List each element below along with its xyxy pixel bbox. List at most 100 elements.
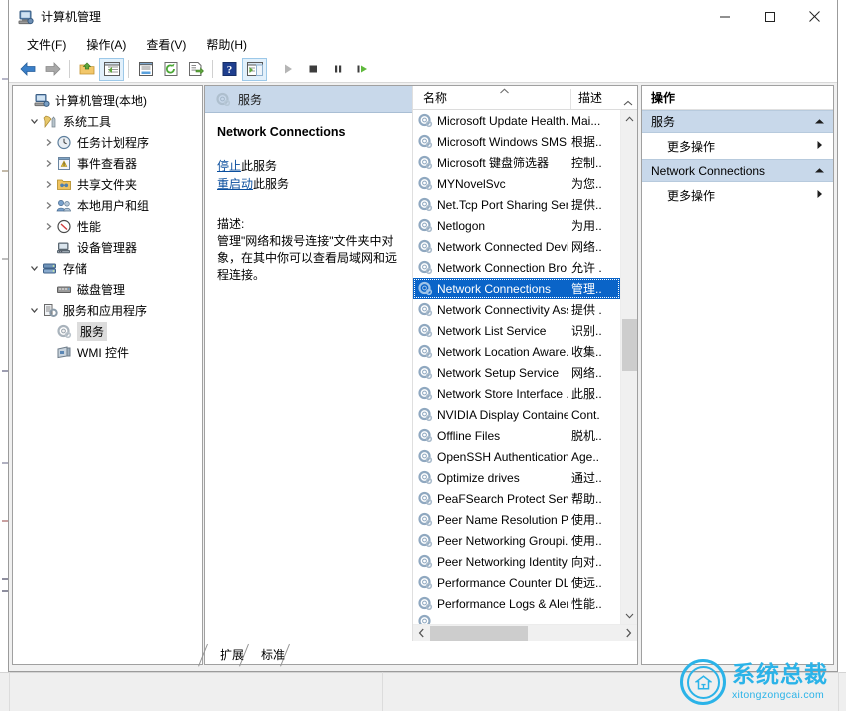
scroll-right-arrow[interactable] bbox=[620, 625, 637, 642]
tree-node-event-viewer[interactable]: 事件查看器 bbox=[13, 153, 202, 174]
menu-file[interactable]: 文件(F) bbox=[17, 34, 76, 55]
horizontal-scroll-thumb[interactable] bbox=[430, 625, 528, 641]
actions-group-services[interactable]: 服务 bbox=[642, 110, 833, 133]
gear-icon bbox=[417, 428, 434, 444]
table-row[interactable]: Peer Name Resolution Pr... 使用.. bbox=[413, 509, 620, 530]
scroll-up-arrow[interactable] bbox=[621, 110, 638, 127]
table-row[interactable]: Network List Service 识别.. bbox=[413, 320, 620, 341]
column-header-description[interactable]: 描述 bbox=[571, 89, 619, 109]
table-row[interactable]: Network Connection Bro... 允许 . bbox=[413, 257, 620, 278]
table-row[interactable]: PeaFSearch Protect Service帮助.. bbox=[413, 488, 620, 509]
tab-standard[interactable]: 标准 bbox=[248, 644, 298, 664]
table-row[interactable]: Performance Logs & Aler... 性能.. bbox=[413, 593, 620, 614]
properties-icon[interactable] bbox=[133, 58, 158, 81]
export-list-icon[interactable] bbox=[183, 58, 208, 81]
actions-item-more-services[interactable]: 更多操作 bbox=[642, 133, 833, 159]
service-description: Cont. bbox=[571, 407, 600, 422]
clock-icon bbox=[56, 135, 73, 151]
table-row[interactable]: Network Connected Devi... 网络.. bbox=[413, 236, 620, 257]
toolbar: ? bbox=[9, 56, 837, 83]
table-row-selected[interactable]: Network Connections 管理.. bbox=[413, 278, 620, 299]
table-row[interactable]: Microsoft Update Health... Mai... bbox=[413, 110, 620, 131]
tree-node-services-applications[interactable]: 服务和应用程序 bbox=[13, 300, 202, 321]
table-row[interactable]: Microsoft Windows SMS ... 根据.. bbox=[413, 131, 620, 152]
column-header-name[interactable]: 名称 bbox=[413, 88, 571, 109]
table-row[interactable]: Microsoft 键盘筛选器 控制.. bbox=[413, 152, 620, 173]
tree-twisty-collapsed[interactable] bbox=[41, 201, 56, 210]
table-row[interactable]: Optimize drives 通过.. bbox=[413, 467, 620, 488]
disk-management-icon bbox=[56, 282, 73, 298]
menu-help[interactable]: 帮助(H) bbox=[196, 34, 257, 55]
maximize-button[interactable] bbox=[747, 0, 792, 33]
list-vertical-scrollbar[interactable] bbox=[620, 110, 637, 624]
table-row[interactable]: Net.Tcp Port Sharing Ser... 提供.. bbox=[413, 194, 620, 215]
up-folder-icon[interactable] bbox=[74, 58, 99, 81]
tree-node-local-users-groups[interactable]: 本地用户和组 bbox=[13, 195, 202, 216]
tree-node-system-tools[interactable]: 系统工具 bbox=[13, 111, 202, 132]
refresh-icon[interactable] bbox=[158, 58, 183, 81]
tree-node-disk-management[interactable]: 磁盘管理 bbox=[13, 279, 202, 300]
menu-action[interactable]: 操作(A) bbox=[76, 34, 136, 55]
gear-icon bbox=[417, 113, 434, 129]
horizontal-scroll-track[interactable] bbox=[430, 625, 620, 642]
pause-service-icon[interactable] bbox=[325, 58, 350, 81]
actions-item-more-network-connections[interactable]: 更多操作 bbox=[642, 182, 833, 208]
tree-node-wmi-control[interactable]: WMI 控件 bbox=[13, 342, 202, 363]
tree-node-device-manager[interactable]: 设备管理器 bbox=[13, 237, 202, 258]
table-row[interactable]: MYNovelSvc 为您.. bbox=[413, 173, 620, 194]
tree-twisty-collapsed[interactable] bbox=[41, 138, 56, 147]
tree-node-shared-folders[interactable]: 共享文件夹 bbox=[13, 174, 202, 195]
tree-node-computer-management[interactable]: 计算机管理(本地) bbox=[13, 90, 202, 111]
table-row[interactable]: Performance Counter DL... 使远.. bbox=[413, 572, 620, 593]
vertical-scroll-thumb[interactable] bbox=[621, 319, 637, 371]
menu-view[interactable]: 查看(V) bbox=[136, 34, 196, 55]
show-hide-tree-icon[interactable] bbox=[99, 57, 124, 81]
services-list[interactable]: Microsoft Update Health... Mai... Microso… bbox=[413, 110, 620, 624]
vertical-scroll-track[interactable] bbox=[621, 127, 638, 607]
table-row[interactable]: Network Store Interface ... 此服.. bbox=[413, 383, 620, 404]
table-row[interactable]: Network Location Aware... 收集.. bbox=[413, 341, 620, 362]
restart-service-link[interactable]: 重启动 bbox=[217, 177, 253, 191]
chevron-up-icon[interactable] bbox=[814, 166, 825, 176]
tree-node-performance[interactable]: 性能 bbox=[13, 216, 202, 237]
stop-service-icon[interactable] bbox=[300, 58, 325, 81]
minimize-button[interactable] bbox=[702, 0, 747, 33]
table-row[interactable]: NVIDIA Display Containe... Cont. bbox=[413, 404, 620, 425]
stop-service-link[interactable]: 停止 bbox=[217, 159, 241, 173]
tree-twisty-collapsed[interactable] bbox=[41, 180, 56, 189]
table-row[interactable]: Network Connectivity Ass... 提供 . bbox=[413, 299, 620, 320]
help-icon[interactable]: ? bbox=[217, 58, 242, 81]
window-titlebar[interactable]: 计算机管理 bbox=[9, 0, 837, 33]
list-horizontal-scrollbar[interactable] bbox=[413, 624, 637, 641]
table-row[interactable]: Offline Files 脱机.. bbox=[413, 425, 620, 446]
tree-node-storage[interactable]: 存储 bbox=[13, 258, 202, 279]
gear-icon bbox=[417, 155, 434, 171]
tree-node-task-scheduler[interactable]: 任务计划程序 bbox=[13, 132, 202, 153]
tree-twisty-collapsed[interactable] bbox=[41, 222, 56, 231]
table-row[interactable]: Network Setup Service 网络.. bbox=[413, 362, 620, 383]
back-icon[interactable] bbox=[15, 58, 40, 81]
table-row[interactable]: Peer Networking Groupi... 使用.. bbox=[413, 530, 620, 551]
tree-twisty-expanded[interactable] bbox=[27, 306, 42, 315]
chevron-right-icon[interactable] bbox=[816, 189, 823, 201]
chevron-up-icon[interactable] bbox=[814, 117, 825, 127]
close-button[interactable] bbox=[792, 0, 837, 33]
chevron-right-icon[interactable] bbox=[816, 140, 823, 152]
restart-service-icon[interactable] bbox=[350, 58, 375, 81]
tab-extended[interactable]: 扩展 bbox=[207, 644, 248, 664]
tree-twisty-expanded[interactable] bbox=[27, 264, 42, 273]
tree-twisty-collapsed[interactable] bbox=[41, 159, 56, 168]
actions-group-network-connections[interactable]: Network Connections bbox=[642, 159, 833, 182]
table-row-partial[interactable] bbox=[413, 614, 620, 624]
show-action-pane-icon[interactable] bbox=[242, 57, 267, 81]
table-row[interactable]: OpenSSH Authentication ...Age.. bbox=[413, 446, 620, 467]
scroll-down-arrow[interactable] bbox=[621, 607, 638, 624]
tree-twisty-expanded[interactable] bbox=[27, 117, 42, 126]
scroll-left-arrow[interactable] bbox=[413, 625, 430, 642]
tree-node-services[interactable]: 服务 bbox=[13, 321, 202, 342]
forward-icon[interactable] bbox=[40, 58, 65, 81]
table-row[interactable]: Peer Networking Identity... 向对.. bbox=[413, 551, 620, 572]
start-service-icon[interactable] bbox=[275, 58, 300, 81]
table-row[interactable]: Netlogon 为用.. bbox=[413, 215, 620, 236]
gear-icon bbox=[417, 596, 434, 612]
